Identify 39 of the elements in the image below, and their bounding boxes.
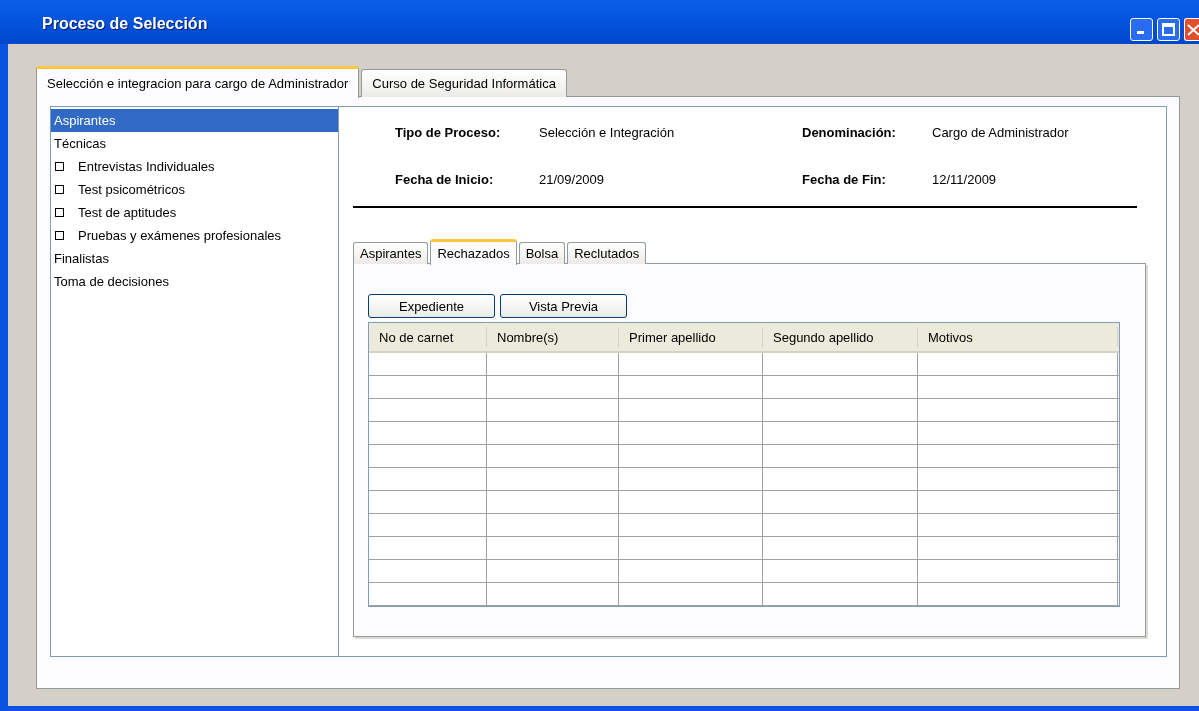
maximize-icon xyxy=(1162,23,1175,36)
tab[interactable]: Selección e integracion para cargo de Administrador xyxy=(36,66,360,98)
column-header[interactable]: Motivos xyxy=(918,327,1118,347)
tree-item[interactable]: Aspirantes xyxy=(52,112,118,129)
checkbox[interactable] xyxy=(55,185,64,194)
field-label: Fecha de Fin: xyxy=(802,172,887,189)
column-header[interactable]: Nombre(s) xyxy=(487,327,619,347)
field-label: Fecha de Inicio: xyxy=(395,172,495,189)
field-value: Cargo de Administrador xyxy=(932,125,1070,142)
action-button[interactable]: Expediente xyxy=(368,294,495,318)
tab[interactable]: Curso de Seguridad Informática xyxy=(361,69,567,97)
column-header[interactable]: Segundo apellido xyxy=(763,327,918,347)
tab[interactable]: Bolsa xyxy=(518,242,566,264)
field-label: Tipo de Proceso: xyxy=(395,125,502,142)
close-button[interactable] xyxy=(1184,18,1199,41)
checkbox[interactable] xyxy=(55,231,64,240)
tree-item[interactable]: Test de aptitudes xyxy=(76,204,179,221)
checkbox[interactable] xyxy=(55,208,64,217)
minimize-button[interactable] xyxy=(1130,18,1153,41)
tree-item[interactable]: Finalistas xyxy=(52,250,111,267)
tab[interactable]: Rechazados xyxy=(430,239,517,265)
tree-item[interactable]: Entrevistas Individuales xyxy=(76,158,217,175)
tab[interactable]: Aspirantes xyxy=(353,242,429,264)
field-value: 21/09/2009 xyxy=(539,172,606,189)
field-value: 12/11/2009 xyxy=(932,172,998,189)
tree-item[interactable]: Test psicométricos xyxy=(76,181,187,198)
tab[interactable]: Reclutados xyxy=(567,242,647,264)
field-value: Selección e Integración xyxy=(539,125,676,142)
column-header[interactable]: Primer apellido xyxy=(619,327,763,347)
tree-item[interactable]: Toma de decisiones xyxy=(52,273,171,290)
maximize-button[interactable] xyxy=(1157,18,1180,41)
field-label: Denominación: xyxy=(802,125,897,142)
column-header[interactable]: No de carnet xyxy=(369,327,487,347)
window-title: Proceso de Selección xyxy=(42,15,209,33)
action-button[interactable]: Vista Previa xyxy=(500,294,627,318)
checkbox[interactable] xyxy=(55,162,64,171)
tree-item[interactable]: Técnicas xyxy=(52,135,109,152)
tree-item[interactable]: Pruebas y exámenes profesionales xyxy=(76,227,284,244)
close-icon xyxy=(1185,23,1199,36)
